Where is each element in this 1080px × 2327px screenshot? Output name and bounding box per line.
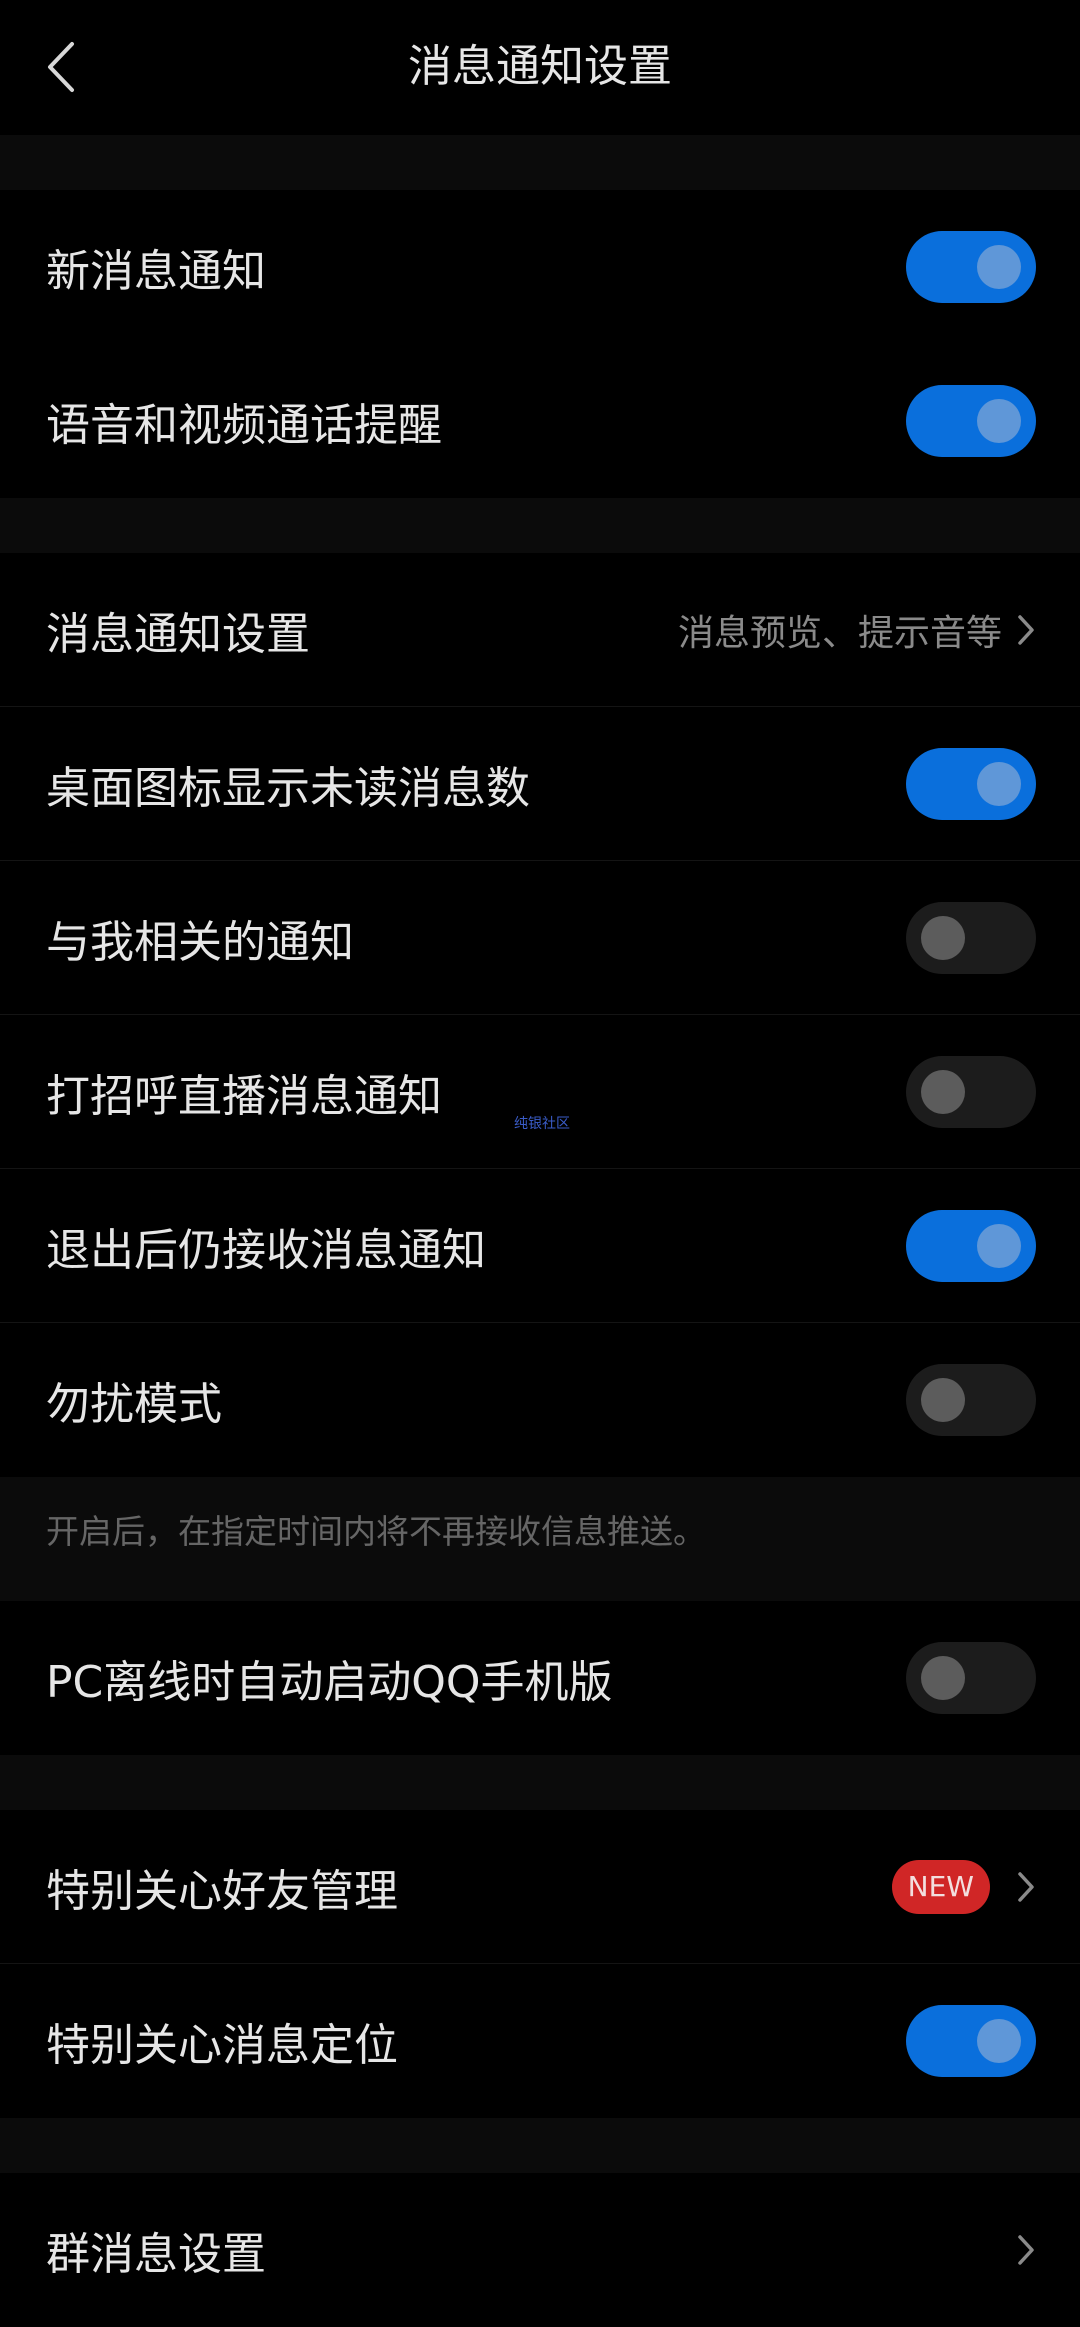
row-label: 群消息设置 [46,2229,266,2280]
row-receive-after-logout: 退出后仍接收消息通知 [0,1169,1080,1323]
section-group-messages: 群消息设置 [0,2173,1080,2327]
toggle-knob [977,2019,1021,2063]
toggle-knob [921,1378,965,1422]
row-detail-group: 消息预览、提示音等 [678,604,1036,656]
row-special-care-locate: 特别关心消息定位 [0,1964,1080,2118]
row-label: 语音和视频通话提醒 [46,400,442,451]
special-care-locate-toggle[interactable] [906,2005,1036,2077]
pc-offline-toggle[interactable] [906,1642,1036,1714]
chevron-right-icon [1018,615,1034,645]
row-label: 打招呼直播消息通知 [46,1071,442,1122]
section-gap [0,498,1080,553]
do-not-disturb-toggle[interactable] [906,1364,1036,1436]
row-message-notification-settings[interactable]: 消息通知设置 消息预览、提示音等 [0,553,1080,707]
badge-unread-toggle[interactable] [906,748,1036,820]
section-gap [0,135,1080,190]
row-badge-unread-count: 桌面图标显示未读消息数 [0,707,1080,861]
row-group-message-settings[interactable]: 群消息设置 [0,2173,1080,2327]
toggle-knob [921,1070,965,1114]
row-label: 退出后仍接收消息通知 [46,1225,486,1276]
toggle-knob [977,1224,1021,1268]
section-notifications: 新消息通知 语音和视频通话提醒 [0,190,1080,498]
row-do-not-disturb: 勿扰模式 [0,1323,1080,1477]
row-greeting-live-notifications: 打招呼直播消息通知 [0,1015,1080,1169]
toggle-knob [977,399,1021,443]
row-label: 新消息通知 [46,246,266,297]
section-special-care: 特别关心好友管理 NEW 特别关心消息定位 [0,1810,1080,2118]
row-special-care-manage[interactable]: 特别关心好友管理 NEW [0,1810,1080,1964]
header: 消息通知设置 [0,0,1080,135]
row-detail-group: NEW [891,1860,1036,1914]
toggle-knob [921,1656,965,1700]
row-detail-text: 消息预览、提示音等 [677,613,1002,654]
section-message-settings: 消息通知设置 消息预览、提示音等 桌面图标显示未读消息数 与我相关的通知 打招呼… [0,553,1080,1477]
related-notifications-toggle[interactable] [906,902,1036,974]
receive-after-logout-toggle[interactable] [906,1210,1036,1282]
row-new-message-notification: 新消息通知 [0,190,1080,344]
row-related-notifications: 与我相关的通知 [0,861,1080,1015]
row-label: 桌面图标显示未读消息数 [46,763,530,814]
do-not-disturb-note: 开启后，在指定时间内将不再接收信息推送。 [0,1477,1080,1601]
row-label: 与我相关的通知 [46,917,354,968]
page-title: 消息通知设置 [408,41,672,92]
new-badge: NEW [891,1860,990,1914]
row-call-reminder: 语音和视频通话提醒 [0,344,1080,498]
section-pc-offline: PC离线时自动启动QQ手机版 [0,1601,1080,1755]
row-label: 特别关心消息定位 [46,2020,398,2071]
section-gap [0,2118,1080,2173]
row-label: 勿扰模式 [46,1379,222,1430]
row-pc-offline-auto-start: PC离线时自动启动QQ手机版 [0,1601,1080,1755]
row-label: 消息通知设置 [46,609,310,660]
toggle-knob [977,245,1021,289]
greeting-live-toggle[interactable] [906,1056,1036,1128]
call-reminder-toggle[interactable] [906,385,1036,457]
row-label: 特别关心好友管理 [46,1866,398,1917]
row-label: PC离线时自动启动QQ手机版 [46,1657,613,1708]
toggle-knob [977,762,1021,806]
watermark-text: 纯银社区 [514,1116,570,1132]
chevron-right-icon [1018,2235,1034,2265]
toggle-knob [921,916,965,960]
new-message-toggle[interactable] [906,231,1036,303]
section-gap [0,1755,1080,1810]
chevron-right-icon [1018,1872,1034,1902]
